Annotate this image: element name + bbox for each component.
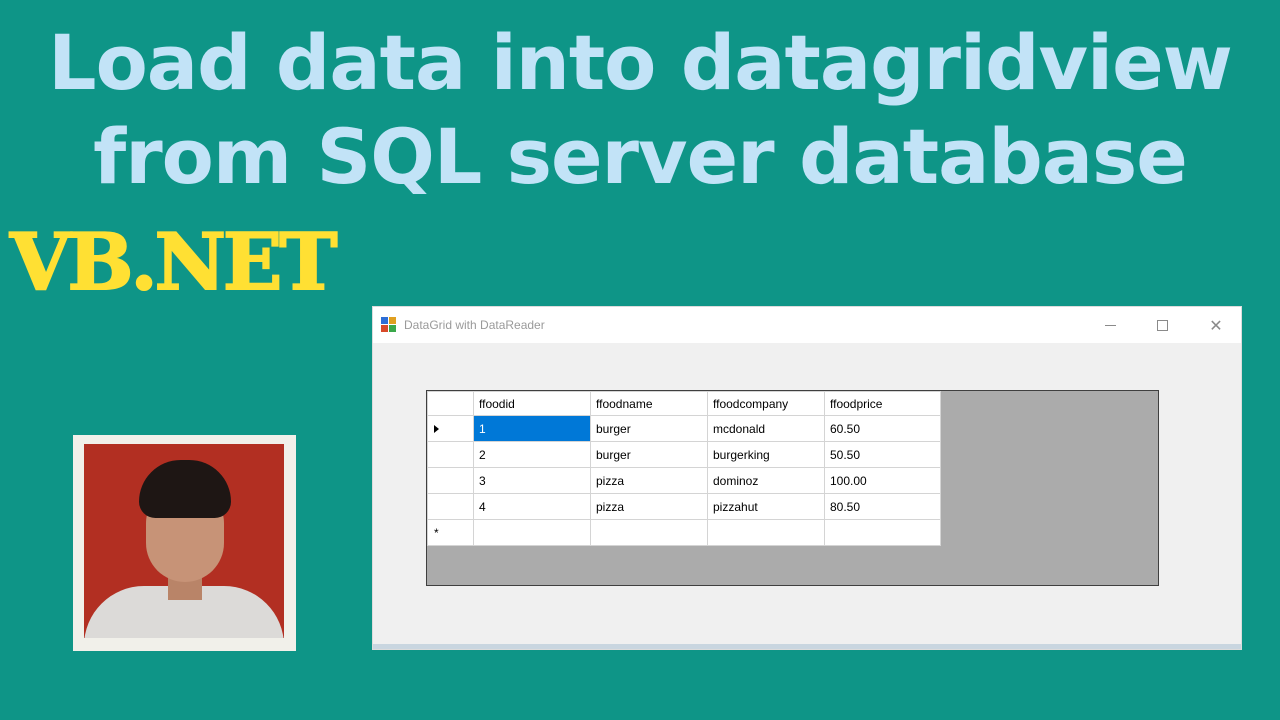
window-titlebar[interactable]: DataGrid with DataReader ✕: [373, 307, 1241, 343]
column-header-ffoodname[interactable]: ffoodname: [590, 391, 708, 416]
grid-cell[interactable]: 80.50: [824, 493, 941, 520]
app-icon: [381, 317, 397, 333]
grid-table: ffoodid ffoodname ffoodcompany ffoodpric…: [427, 391, 941, 546]
app-window: DataGrid with DataReader ✕ ffoodid ffood…: [372, 306, 1242, 650]
row-header-new[interactable]: *: [427, 519, 474, 546]
row-header[interactable]: [427, 441, 474, 468]
grid-cell[interactable]: 100.00: [824, 467, 941, 494]
grid-cell[interactable]: 50.50: [824, 441, 941, 468]
top-left-header-cell[interactable]: [427, 391, 474, 416]
grid-cell[interactable]: 3: [473, 467, 591, 494]
table-row: 3 pizza dominoz 100.00: [427, 467, 941, 494]
grid-cell-new[interactable]: [824, 519, 941, 546]
portrait-image: [84, 444, 284, 638]
presenter-photo: [73, 435, 296, 651]
grid-cell[interactable]: pizzahut: [707, 493, 825, 520]
grid-cell-new[interactable]: [590, 519, 708, 546]
grid-cell[interactable]: pizza: [590, 493, 708, 520]
grid-cell[interactable]: 4: [473, 493, 591, 520]
headline-line-2: from SQL server database: [93, 112, 1188, 201]
grid-cell[interactable]: 60.50: [824, 415, 941, 442]
column-header-ffoodprice[interactable]: ffoodprice: [824, 391, 941, 416]
maximize-icon: [1156, 319, 1168, 331]
row-header[interactable]: [427, 493, 474, 520]
close-icon: ✕: [1209, 315, 1223, 335]
headline-line-1: Load data into datagridview: [48, 18, 1233, 107]
minimize-button[interactable]: [1087, 307, 1133, 343]
table-row: 4 pizza pizzahut 80.50: [427, 493, 941, 520]
grid-cell[interactable]: burgerking: [707, 441, 825, 468]
grid-cell-new[interactable]: [473, 519, 591, 546]
grid-cell[interactable]: pizza: [590, 467, 708, 494]
grid-cell[interactable]: 2: [473, 441, 591, 468]
current-row-arrow-icon: [434, 424, 439, 433]
row-header-current[interactable]: [427, 415, 474, 442]
grid-cell-selected[interactable]: 1: [473, 415, 591, 442]
grid-cell[interactable]: burger: [590, 415, 708, 442]
column-header-ffoodid[interactable]: ffoodid: [473, 391, 591, 416]
grid-cell[interactable]: mcdonald: [707, 415, 825, 442]
minimize-icon: [1104, 324, 1116, 326]
grid-header-row: ffoodid ffoodname ffoodcompany ffoodpric…: [427, 391, 941, 416]
data-grid-view[interactable]: ffoodid ffoodname ffoodcompany ffoodpric…: [426, 390, 1159, 586]
table-row: 1 burger mcdonald 60.50: [427, 415, 941, 442]
new-row: *: [427, 519, 941, 546]
grid-cell[interactable]: burger: [590, 441, 708, 468]
column-header-ffoodcompany[interactable]: ffoodcompany: [707, 391, 825, 416]
window-title: DataGrid with DataReader: [404, 318, 545, 332]
grid-cell-new[interactable]: [707, 519, 825, 546]
grid-cell[interactable]: dominoz: [707, 467, 825, 494]
maximize-button[interactable]: [1139, 307, 1185, 343]
table-row: 2 burger burgerking 50.50: [427, 441, 941, 468]
new-row-star-icon: *: [434, 525, 439, 540]
close-button[interactable]: ✕: [1193, 307, 1239, 343]
row-header[interactable]: [427, 467, 474, 494]
tagline-vbnet: VB.NET: [9, 217, 338, 309]
window-bottom-strip: [373, 644, 1241, 649]
